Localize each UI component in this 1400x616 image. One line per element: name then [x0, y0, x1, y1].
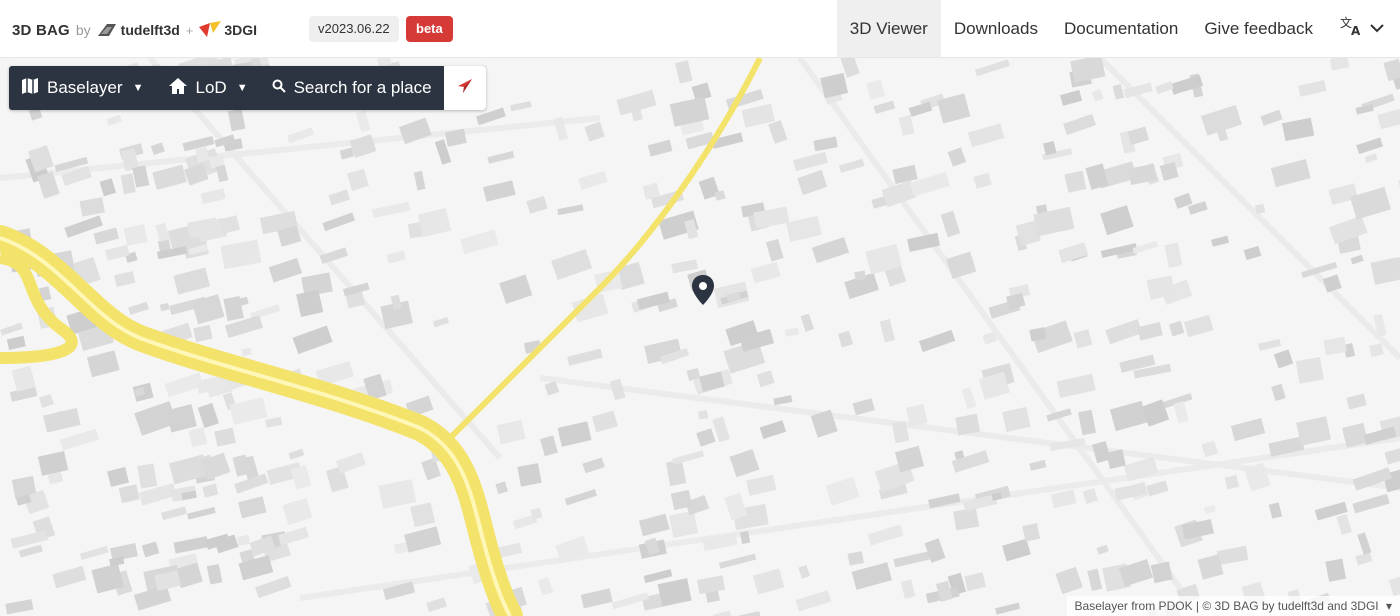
brand-plus: + — [185, 22, 194, 38]
svg-text:A: A — [1351, 24, 1361, 37]
compass-icon — [456, 77, 474, 100]
home-icon — [168, 77, 188, 100]
caret-down-icon: ▼ — [132, 82, 144, 94]
version-badge: v2023.06.22 — [309, 16, 399, 42]
map-3d-viewport[interactable]: Baselayer from PDOK | © 3D BAG by tudelf… — [0, 58, 1400, 616]
brand[interactable]: 3D BAG by tudelft3d + 3DGI — [12, 18, 257, 42]
search-icon — [272, 78, 286, 98]
map-toolbar: Baselayer ▼ LoD ▼ Search for a place — [9, 66, 486, 110]
3dgi-logo-icon — [199, 21, 222, 39]
language-selector[interactable]: 文 A — [1326, 0, 1400, 57]
nav-3d-viewer[interactable]: 3D Viewer — [836, 0, 941, 57]
lod-dropdown[interactable]: LoD ▼ — [156, 66, 260, 110]
nav-give-feedback[interactable]: Give feedback — [1191, 0, 1326, 57]
brand-partner-1: tudelft3d — [120, 22, 180, 38]
main-nav: 3D Viewer Downloads Documentation Give f… — [836, 0, 1400, 57]
brand-partner-2: 3DGI — [224, 22, 258, 38]
attribution-text: Baselayer from PDOK | © 3D BAG by tudelf… — [1074, 599, 1379, 613]
search-label: Search for a place — [293, 78, 432, 97]
nav-downloads[interactable]: Downloads — [941, 0, 1051, 57]
beta-badge: beta — [406, 16, 453, 42]
map-attribution: Baselayer from PDOK | © 3D BAG by tudelf… — [1066, 596, 1400, 616]
lod-label: LoD — [195, 78, 227, 97]
nav-documentation[interactable]: Documentation — [1051, 0, 1191, 57]
top-navbar: 3D BAG by tudelft3d + 3DGI v2023.06.22 b… — [0, 0, 1400, 58]
search-place-button[interactable]: Search for a place — [260, 66, 444, 110]
brand-by: by — [75, 22, 91, 38]
map-canvas — [0, 58, 1400, 616]
chevron-down-icon[interactable]: ▾ — [1386, 599, 1392, 613]
caret-down-icon: ▼ — [236, 82, 248, 94]
chevron-down-icon — [1370, 20, 1384, 38]
baselayer-label: Baselayer — [47, 78, 123, 97]
translate-icon: 文 A — [1340, 15, 1364, 42]
tudelft3d-logo-icon — [97, 22, 117, 38]
brand-name: 3D BAG — [12, 21, 70, 39]
map-icon — [21, 77, 39, 100]
baselayer-dropdown[interactable]: Baselayer ▼ — [9, 66, 156, 110]
compass-button[interactable] — [443, 66, 486, 110]
